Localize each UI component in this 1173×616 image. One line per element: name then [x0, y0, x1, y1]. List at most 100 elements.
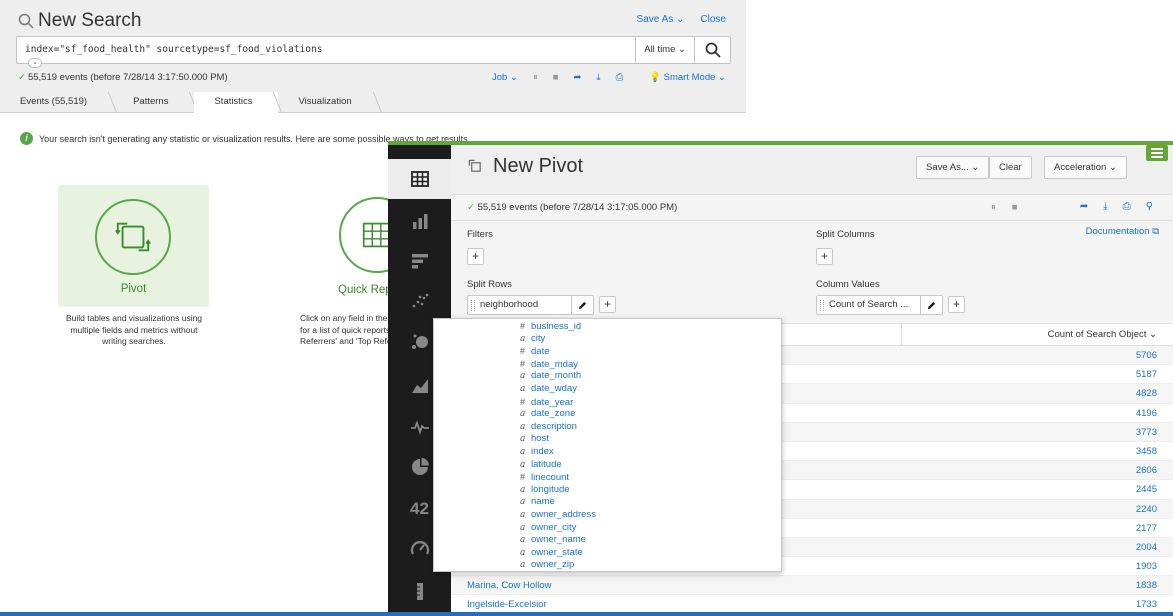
time-range-picker[interactable]: All time ⌄: [635, 37, 694, 63]
sidebar-table-button[interactable]: [388, 159, 451, 199]
field-option[interactable]: a latitude: [520, 459, 562, 472]
drag-handle-icon[interactable]: [471, 300, 475, 311]
field-option[interactable]: # date_year: [520, 396, 573, 409]
sidebar-scatter-button[interactable]: [388, 281, 451, 321]
share-icon[interactable]: ➦: [573, 72, 581, 83]
search-icon[interactable]: ⚲: [1146, 201, 1153, 212]
row-count[interactable]: 1903: [1136, 561, 1157, 572]
row-count[interactable]: 3458: [1136, 446, 1157, 457]
row-count[interactable]: 2240: [1136, 504, 1157, 515]
stop-icon[interactable]: ■: [1012, 202, 1018, 213]
search-bar[interactable]: index="sf_food_health" sourcetype=sf_foo…: [16, 36, 731, 64]
pivot-title-text: New Pivot: [493, 155, 584, 177]
drag-handle-icon[interactable]: [820, 300, 824, 311]
search-query-input[interactable]: index="sf_food_health" sourcetype=sf_foo…: [25, 44, 322, 55]
row-count[interactable]: 2004: [1136, 542, 1157, 553]
row-count[interactable]: 1733: [1136, 599, 1157, 610]
field-option-label: date_year: [531, 396, 574, 408]
row-count[interactable]: 4196: [1136, 408, 1157, 419]
stop-icon[interactable]: ■: [553, 72, 559, 83]
pivot-tools: ➦ ⤓ ⎙ ⚲: [1080, 201, 1153, 212]
table-row[interactable]: Marina, Cow Hollow 1838: [451, 576, 1173, 596]
row-neighborhood[interactable]: Ingelside-Excelsior: [467, 599, 547, 610]
add-split-row-button[interactable]: +: [599, 296, 616, 313]
tab-visualization[interactable]: Visualization: [278, 92, 377, 113]
row-count[interactable]: 1838: [1136, 580, 1157, 591]
edit-column-value-button[interactable]: [920, 295, 942, 315]
row-count[interactable]: 5187: [1136, 369, 1157, 380]
field-option[interactable]: a date_month: [520, 370, 581, 383]
collapse-toggle[interactable]: ⌄: [28, 58, 42, 68]
add-column-value-button[interactable]: +: [948, 296, 965, 313]
field-option[interactable]: a longitude: [520, 484, 570, 497]
row-count[interactable]: 2445: [1136, 484, 1157, 495]
numeric-type-icon: #: [520, 346, 526, 357]
bubble-icon: [411, 334, 428, 349]
sort-down-icon: ⌄: [1149, 329, 1157, 340]
column-value-pill[interactable]: Count of Search ...: [816, 295, 943, 315]
menu-icon[interactable]: [1146, 145, 1168, 161]
field-option[interactable]: a date_zone: [520, 408, 575, 421]
sidebar-bar-chart-button[interactable]: [388, 241, 451, 281]
pivot-card[interactable]: Pivot: [58, 185, 209, 307]
field-option[interactable]: a name: [520, 496, 555, 509]
pivot-circle: [95, 199, 171, 275]
job-menu[interactable]: Job ⌄: [492, 72, 518, 83]
numeric-type-icon: #: [520, 472, 526, 483]
close-link[interactable]: Close: [700, 14, 726, 25]
pivot-clear-button[interactable]: Clear: [989, 156, 1032, 179]
smart-mode-menu[interactable]: 💡 Smart Mode ⌄: [649, 72, 726, 83]
row-count[interactable]: 3773: [1136, 427, 1157, 438]
documentation-link[interactable]: Documentation ⧉: [1086, 226, 1159, 237]
print-icon[interactable]: ⎙: [616, 72, 624, 83]
share-icon[interactable]: ➦: [1080, 201, 1088, 212]
acceleration-button[interactable]: Acceleration ⌄: [1044, 156, 1127, 179]
field-option[interactable]: a description: [520, 421, 577, 434]
save-as-link[interactable]: Save As ⌄: [637, 14, 685, 25]
field-option[interactable]: a owner_city: [520, 522, 576, 535]
field-option-label: date_month: [531, 370, 582, 382]
export-icon[interactable]: ⤓: [1103, 201, 1107, 212]
search-events-summary: ✓ 55,519 events (before 7/28/14 3:17:50.0…: [18, 72, 228, 83]
field-option[interactable]: a owner_state: [520, 547, 583, 560]
field-option[interactable]: a owner_zip: [520, 559, 574, 572]
field-option[interactable]: a index: [520, 446, 554, 459]
sidebar-filler-gauge-button[interactable]: [388, 571, 451, 611]
pivot-save-as-button[interactable]: Save As... ⌄: [916, 156, 990, 179]
tab-patterns[interactable]: Patterns: [113, 92, 194, 113]
string-type-icon: a: [520, 484, 526, 495]
print-icon[interactable]: ⎙: [1123, 201, 1131, 212]
field-option[interactable]: # linecount: [520, 471, 569, 484]
field-option[interactable]: a city: [520, 333, 545, 346]
field-picker-dropdown[interactable]: # business_id a city # date # date_mday a date_mo…: [433, 318, 782, 572]
field-option[interactable]: a owner_address: [520, 509, 596, 522]
add-split-column-button[interactable]: +: [816, 248, 833, 265]
pie-chart-icon: [411, 458, 429, 475]
row-count[interactable]: 4828: [1136, 388, 1157, 399]
export-icon[interactable]: ⤓: [596, 72, 600, 83]
pause-icon[interactable]: ⏸: [533, 72, 538, 83]
sidebar-column-chart-button[interactable]: [388, 201, 451, 241]
row-neighborhood[interactable]: Marina, Cow Hollow: [467, 580, 551, 591]
tab-statistics[interactable]: Statistics: [194, 92, 279, 113]
edit-split-row-button[interactable]: [571, 295, 593, 315]
field-option[interactable]: a date_wday: [520, 383, 577, 396]
field-option-label: owner_address: [531, 509, 596, 520]
tab-events[interactable]: Events (55,519): [0, 92, 113, 113]
field-option[interactable]: # date: [520, 345, 550, 358]
field-option[interactable]: # business_id: [520, 320, 581, 333]
pause-icon[interactable]: ⏸: [991, 202, 996, 213]
add-filter-button[interactable]: +: [467, 248, 484, 265]
field-option[interactable]: # date_mday: [520, 358, 578, 371]
split-row-pill[interactable]: neighborhood: [467, 295, 594, 315]
count-column-header[interactable]: Count of Search Object ⌄: [1048, 329, 1157, 340]
field-option[interactable]: a host: [520, 433, 549, 446]
pivot-config: Filters + Split Columns + Documentation …: [451, 221, 1173, 323]
search-button[interactable]: [694, 37, 730, 63]
pivot-job-controls: ⏸ ■: [991, 202, 1018, 213]
row-count[interactable]: 2606: [1136, 465, 1157, 476]
row-count[interactable]: 5706: [1136, 350, 1157, 361]
field-option[interactable]: a owner_name: [520, 534, 586, 547]
numeric-type-icon: #: [520, 358, 526, 369]
row-count[interactable]: 2177: [1136, 523, 1157, 534]
